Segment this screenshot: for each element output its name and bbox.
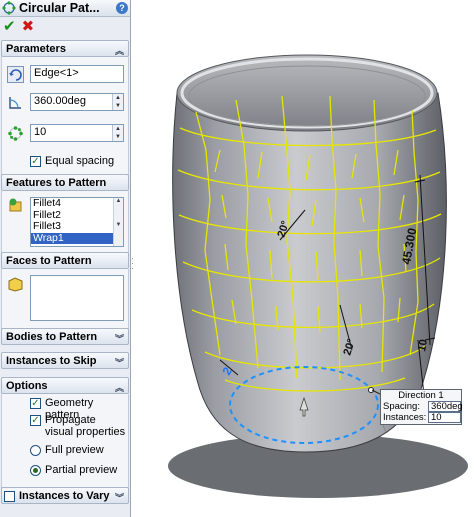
instances-row: Instances: 10 xyxy=(381,412,461,423)
circular-pattern-icon xyxy=(2,1,16,15)
spacing-label: Spacing: xyxy=(383,401,420,412)
instances-spinner[interactable]: ▲ ▼ xyxy=(112,125,123,141)
propagate-label: Propagate visual properties xyxy=(45,414,126,438)
instances-icon xyxy=(8,126,23,141)
full-preview-label: Full preview xyxy=(45,444,104,456)
full-preview-radio[interactable] xyxy=(30,445,41,456)
direction-title: Direction 1 xyxy=(398,390,444,401)
spacing-row: Spacing: 360deg xyxy=(381,401,463,412)
features-title: Features to Pattern xyxy=(6,176,107,189)
property-manager: Circular Pat... ? ✔ ✖ Parameters ︽ Edge<… xyxy=(0,0,131,517)
angle-field[interactable]: 360.00deg ▲ ▼ xyxy=(30,93,124,111)
geometry-pattern-checkbox[interactable]: ✓ xyxy=(30,398,41,409)
propagate-checkbox[interactable]: ✓ xyxy=(30,415,41,426)
faces-header[interactable]: Faces to Pattern xyxy=(1,252,129,269)
graphics-viewport[interactable]: 45.300 20° 20° 10 2 xyxy=(138,0,474,517)
instances-label: Instances: xyxy=(383,412,427,423)
parameters-section: Parameters ︽ Edge<1> 360.00deg ▲ ▼ 10 ▲ … xyxy=(1,40,129,187)
expand-chevron-icon[interactable]: ︾ xyxy=(115,491,124,504)
vary-section: Instances to Vary ︾ xyxy=(1,487,129,504)
direction-callout[interactable]: Direction 1 Spacing: 360deg Instances: 1… xyxy=(380,389,463,425)
list-scrollbar[interactable]: ▲ ▼ xyxy=(113,198,123,246)
title-bar: Circular Pat... ? xyxy=(0,0,130,17)
window-title: Circular Pat... xyxy=(19,1,100,15)
vary-checkbox[interactable] xyxy=(4,490,15,502)
axis-value: Edge<1> xyxy=(34,67,79,79)
collapse-chevron-icon[interactable]: ︽ xyxy=(115,381,124,394)
full-preview-row[interactable]: Full preview xyxy=(30,444,104,456)
equal-spacing-label: Equal spacing xyxy=(45,155,115,167)
skip-section: Instances to Skip ︾ xyxy=(1,352,129,369)
equal-spacing-row[interactable]: ✓ Equal spacing xyxy=(30,155,114,167)
list-item-selected[interactable]: Wrap1 xyxy=(31,232,123,244)
parameters-header[interactable]: Parameters ︽ xyxy=(1,40,129,57)
features-icon xyxy=(9,198,22,212)
instances-value: 10 xyxy=(34,126,47,138)
angle-value: 360.00deg xyxy=(34,95,86,107)
options-body: ✓ Geometry pattern ✓ Propagate visual pr… xyxy=(1,394,129,493)
dimension-bottom[interactable]: 10 xyxy=(416,338,430,352)
propagate-row[interactable]: ✓ Propagate visual properties xyxy=(30,414,126,438)
partial-preview-radio[interactable] xyxy=(30,465,41,476)
list-item[interactable]: Fillet4 xyxy=(31,198,123,210)
panel-resize-grip[interactable]: · · · xyxy=(131,255,137,273)
options-title: Options xyxy=(6,379,48,392)
skip-header[interactable]: Instances to Skip ︾ xyxy=(1,352,129,369)
angle-spinner[interactable]: ▲ ▼ xyxy=(112,94,123,110)
help-icon[interactable]: ? xyxy=(116,2,128,14)
instances-field[interactable]: 10 ▲ ▼ xyxy=(30,124,124,142)
parameters-title: Parameters xyxy=(6,42,66,55)
options-section: Options ︽ ✓ Geometry pattern ✓ Propagate… xyxy=(1,377,129,493)
features-header[interactable]: Features to Pattern xyxy=(1,174,129,191)
ok-button[interactable]: ✔ xyxy=(3,19,16,35)
spacing-input[interactable]: 360deg xyxy=(428,401,463,412)
faces-selection-box[interactable] xyxy=(30,275,124,321)
vary-title: Instances to Vary xyxy=(19,489,110,502)
faces-title: Faces to Pattern xyxy=(6,254,92,267)
vary-header[interactable]: Instances to Vary ︾ xyxy=(1,487,129,504)
expand-chevron-icon[interactable]: ︾ xyxy=(115,356,124,369)
skip-title: Instances to Skip xyxy=(6,354,97,367)
bodies-title: Bodies to Pattern xyxy=(6,330,98,343)
features-section: Features to Pattern Fillet4 Fillet2 Fill… xyxy=(1,174,129,253)
angle-icon xyxy=(9,97,21,109)
axis-direction-icon[interactable] xyxy=(7,66,24,83)
options-header[interactable]: Options ︽ xyxy=(1,377,129,394)
bodies-header[interactable]: Bodies to Pattern ︾ xyxy=(1,328,129,345)
features-body: Fillet4 Fillet2 Fillet3 Wrap1 ▲ ▼ xyxy=(1,191,129,253)
collapse-chevron-icon[interactable]: ︽ xyxy=(115,44,124,57)
model-view[interactable]: 45.300 20° 20° 10 2 xyxy=(138,0,474,517)
list-item[interactable]: Fillet3 xyxy=(31,221,123,233)
instances-input[interactable]: 10 xyxy=(428,412,461,423)
partial-preview-row[interactable]: Partial preview xyxy=(30,464,117,476)
axis-field[interactable]: Edge<1> xyxy=(30,65,124,83)
features-list[interactable]: Fillet4 Fillet2 Fillet3 Wrap1 ▲ ▼ xyxy=(30,197,124,247)
cancel-button[interactable]: ✖ xyxy=(22,19,35,35)
face-icon xyxy=(8,277,23,292)
equal-spacing-checkbox[interactable]: ✓ xyxy=(30,156,41,167)
parameters-body: Edge<1> 360.00deg ▲ ▼ 10 ▲ ▼ ✓ Equal spa… xyxy=(1,57,129,187)
partial-preview-label: Partial preview xyxy=(45,464,118,476)
faces-body xyxy=(1,269,129,329)
faces-section: Faces to Pattern xyxy=(1,252,129,329)
ok-cancel-row: ✔ ✖ xyxy=(0,17,130,37)
expand-chevron-icon[interactable]: ︾ xyxy=(115,332,124,345)
bodies-section: Bodies to Pattern ︾ xyxy=(1,328,129,345)
